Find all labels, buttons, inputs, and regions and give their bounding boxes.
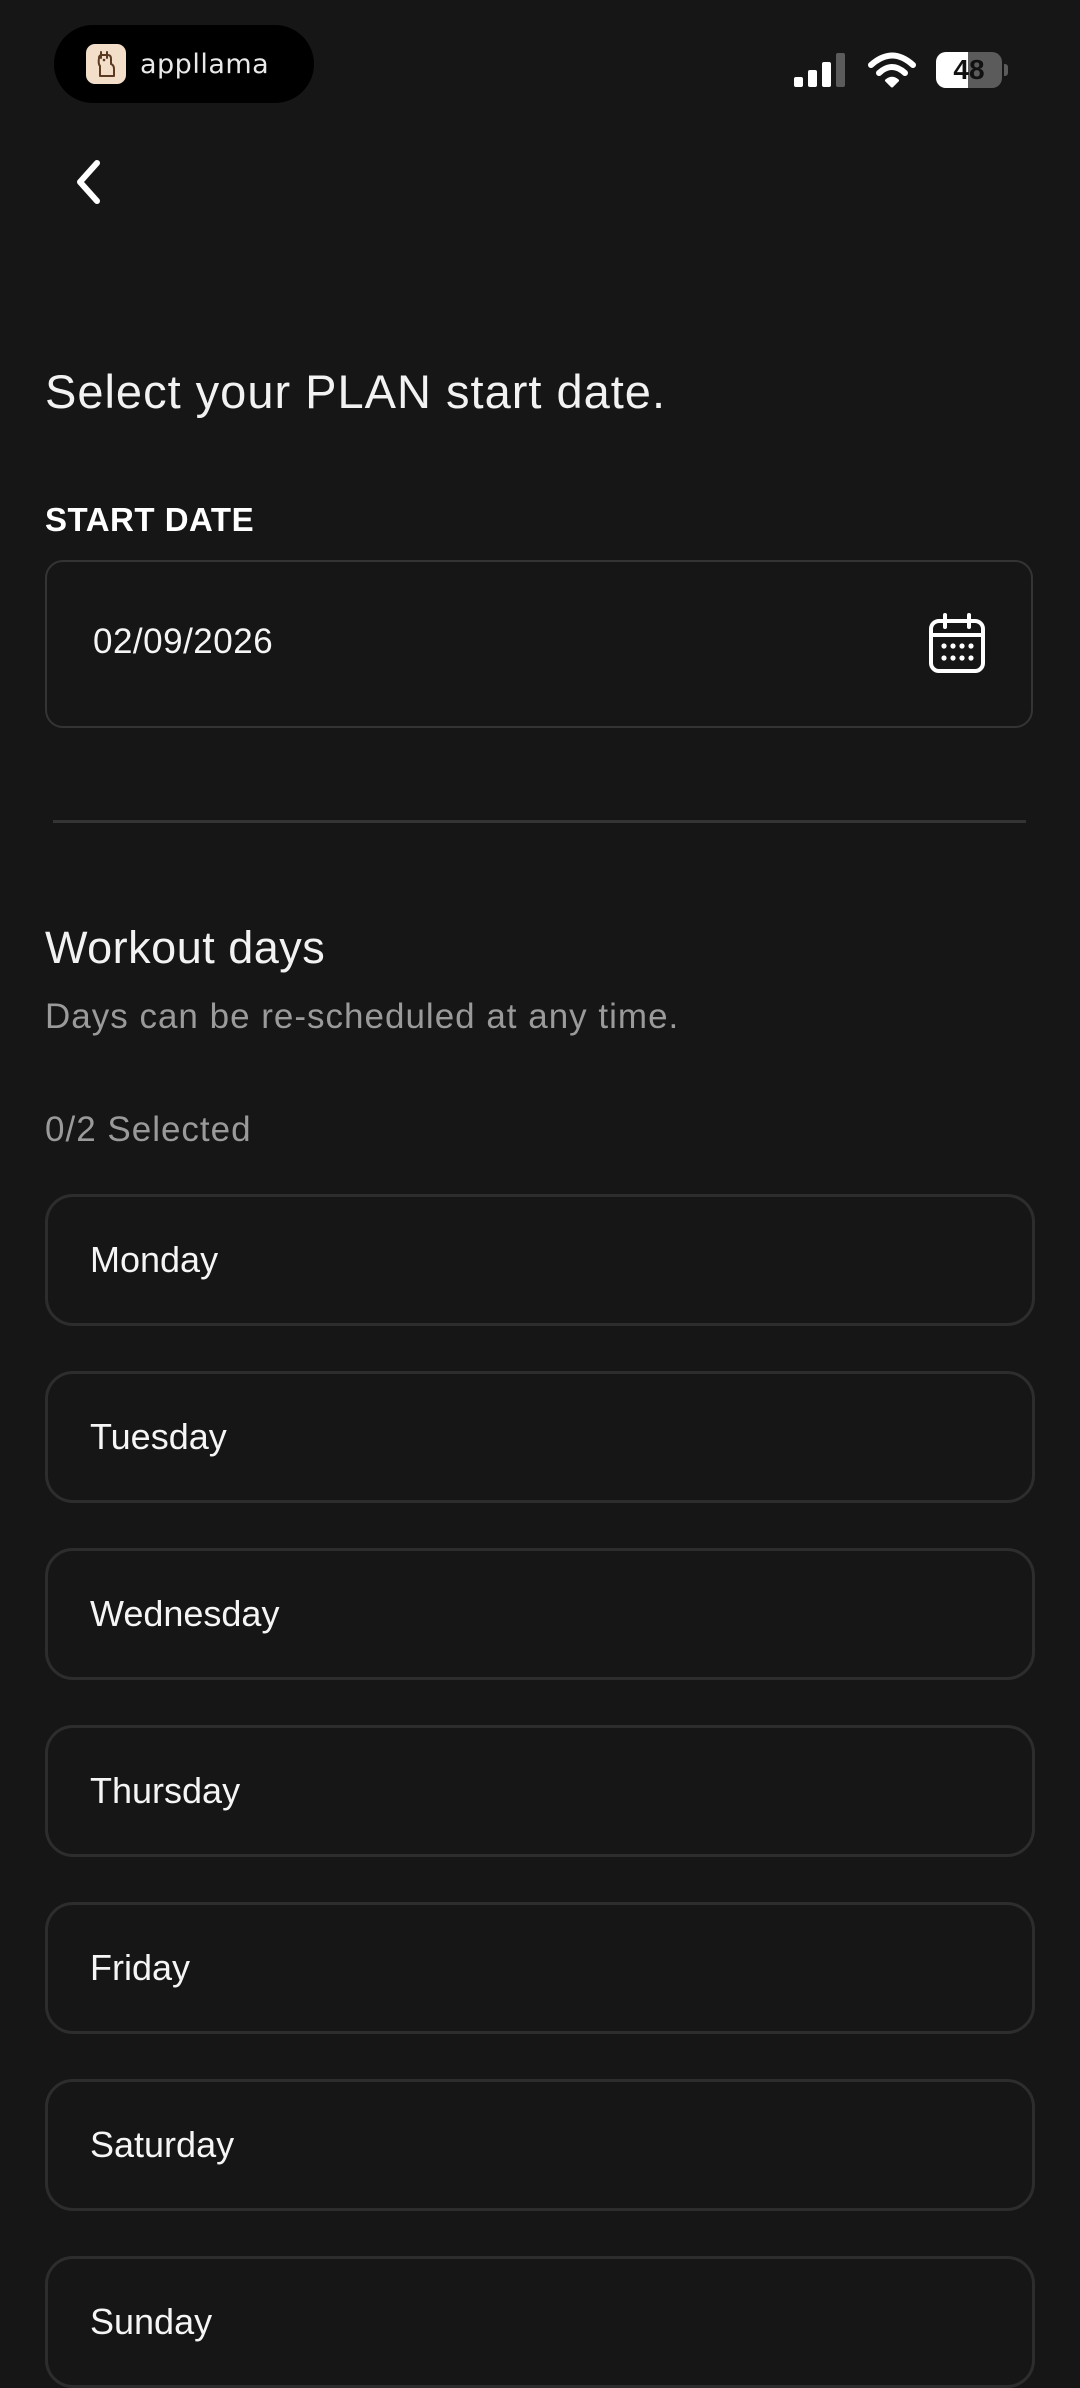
battery-icon: 48 (936, 52, 1008, 88)
day-label: Wednesday (90, 1593, 280, 1634)
page-title: Select your PLAN start date. (45, 365, 667, 418)
day-label: Friday (90, 1947, 191, 1988)
selected-count: 0/2 Selected (45, 1110, 252, 1149)
day-option-sunday[interactable]: Sunday (45, 2256, 1035, 2388)
start-date-label: START DATE (45, 501, 255, 538)
day-option-monday[interactable]: Monday (45, 1194, 1035, 1326)
day-option-friday[interactable]: Friday (45, 1902, 1035, 2034)
workout-days-title: Workout days (45, 922, 326, 973)
day-option-tuesday[interactable]: Tuesday (45, 1371, 1035, 1503)
day-label: Thursday (90, 1770, 241, 1811)
start-date-field[interactable]: 02/09/2026 (45, 560, 1033, 728)
llama-logo-icon (86, 44, 126, 84)
day-label: Saturday (90, 2124, 235, 2165)
day-option-thursday[interactable]: Thursday (45, 1725, 1035, 1857)
day-label: Sunday (90, 2301, 213, 2342)
day-label: Monday (90, 1239, 219, 1280)
status-bar: appllama 48 (0, 0, 1080, 130)
signal-icon (794, 53, 845, 87)
app-indicator-pill: appllama (54, 25, 314, 103)
workout-days-subtitle: Days can be re-scheduled at any time. (45, 997, 680, 1036)
app-name: appllama (140, 48, 270, 80)
day-option-wednesday[interactable]: Wednesday (45, 1548, 1035, 1680)
start-date-value: 02/09/2026 (93, 622, 274, 661)
day-option-saturday[interactable]: Saturday (45, 2079, 1035, 2211)
day-label: Tuesday (90, 1416, 227, 1457)
chevron-left-icon (77, 160, 100, 204)
wifi-icon (868, 52, 916, 88)
battery-percentage: 48 (953, 54, 985, 85)
calendar-icon[interactable] (927, 612, 987, 676)
section-divider (53, 820, 1026, 823)
status-icons: 48 (794, 50, 1008, 90)
back-button[interactable] (56, 150, 120, 214)
